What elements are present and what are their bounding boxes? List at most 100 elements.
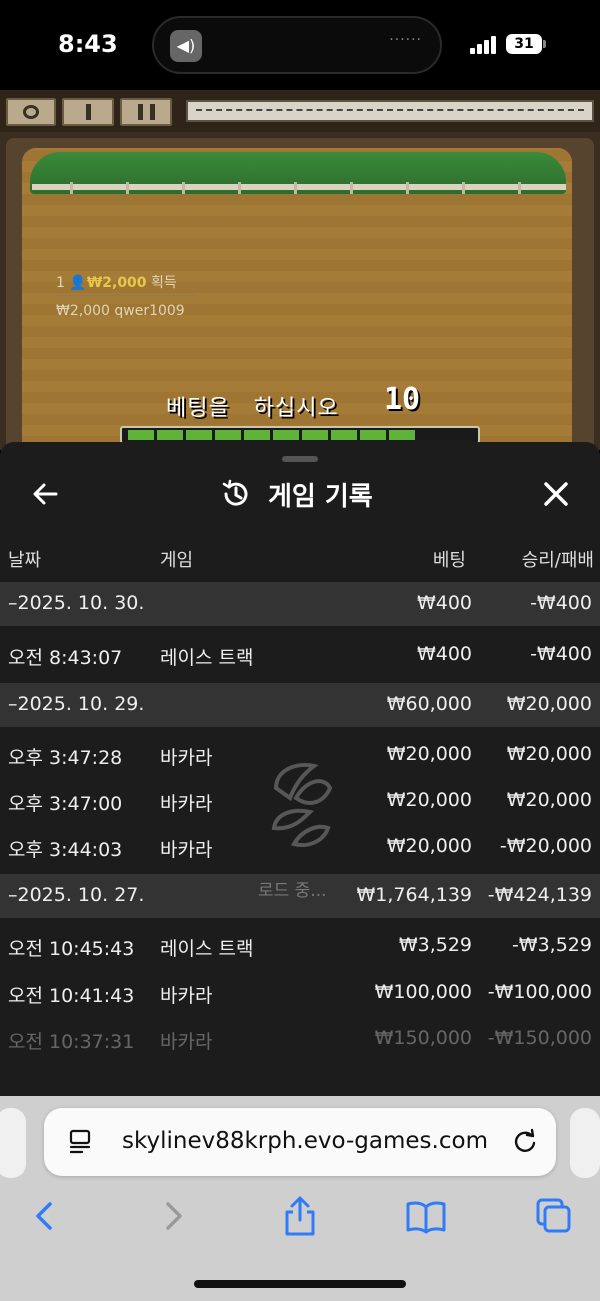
previous-tab-card[interactable] [0,1108,26,1178]
rail-post [182,182,185,194]
circle-icon [23,105,39,119]
view-double-button[interactable] [120,98,172,126]
row-result: -₩400 [530,643,592,665]
group-result: -₩400 [530,592,592,614]
row-result: ₩20,000 [506,789,592,811]
col-head-bet[interactable]: 베팅 [433,546,466,572]
row-time: 오전 10:41:43 [8,985,135,1007]
dynamic-island: ◀) ······ [152,16,442,74]
address-bar[interactable]: skylinev88krph.evo-games.com [44,1108,556,1176]
row-time: 오후 3:47:00 [8,793,123,815]
bet-prompt: 베팅을 하십시오 [166,390,339,422]
row-bet: ₩20,000 [386,789,472,811]
page-menu-icon[interactable] [68,1128,94,1156]
rail-post [350,182,353,194]
row-time: 오후 3:44:03 [8,839,123,861]
rail-post [406,182,409,194]
date-group-row[interactable]: –2025. 10. 30. ₩400 -₩400 [0,582,600,626]
share-icon[interactable] [278,1194,322,1238]
row-result: -₩3,529 [511,934,592,956]
row-result: -₩20,000 [499,835,592,857]
date-group-row[interactable]: –2025. 10. 29. ₩60,000 ₩20,000 [0,683,600,727]
row-time: 오전 10:45:43 [8,938,135,960]
url-text[interactable]: skylinev88krph.evo-games.com [122,1128,488,1154]
winner-summary: 1 👤₩2,000 획득 [56,272,177,292]
history-row[interactable]: 오전 10:37:31 바카라 ₩150,000 -₩150,000 [0,1016,600,1062]
row-result: -₩100,000 [487,981,592,1003]
row-result: -₩150,000 [487,1027,592,1049]
loading-spinner-icon [271,763,333,847]
row-time: 오전 10:37:31 [8,1031,135,1053]
group-date: –2025. 10. 27. [8,884,145,906]
sheet-title: 게임 기록 [268,482,373,512]
status-time: 8:43 [58,30,118,58]
bookmarks-icon[interactable] [404,1194,448,1238]
rail-post [294,182,297,194]
row-game: 레이스 트랙 [160,938,254,960]
countdown-timer: 10 [384,382,421,417]
row-game: 바카라 [160,985,213,1007]
row-result: ₩20,000 [506,743,592,765]
row-game: 바카라 [160,747,213,769]
sheet-grabber[interactable] [282,456,318,462]
history-row[interactable]: 오전 10:45:43 레이스 트랙 ₩3,529 -₩3,529 [0,923,600,969]
row-bet: ₩400 [416,643,472,665]
track-rail [32,184,566,190]
row-game: 레이스 트랙 [160,647,254,669]
group-bet: ₩1,764,139 [356,884,472,906]
rail-post [518,182,521,194]
game-history-sheet: 게임 기록 날짜 게임 베팅 승리/패배 –2025. 10. 30. ₩400… [0,442,600,1110]
status-bar: 8:43 ◀) ······ 31 [0,0,600,90]
row-bet: ₩3,529 [398,934,472,956]
winner-amount: ₩2,000 [86,275,147,291]
bar-icon-left [138,104,143,120]
col-head-date[interactable]: 날짜 [8,546,41,572]
back-arrow-icon[interactable] [28,476,64,512]
row-game: 바카라 [160,1031,213,1053]
col-head-game[interactable]: 게임 [160,546,193,572]
history-row[interactable]: 오전 8:43:07 레이스 트랙 ₩400 -₩400 [0,632,600,678]
loading-text: 로드 중... [258,881,327,901]
person-icon: 👤 [69,275,87,291]
reload-icon[interactable] [510,1126,540,1156]
signal-icon [470,36,498,54]
history-icon [222,479,248,506]
winner-detail: ₩2,000 qwer1009 [56,303,185,319]
history-row[interactable]: 오전 10:41:43 바카라 ₩100,000 -₩100,000 [0,970,600,1016]
bet-prompt-word1: 베팅을 [166,396,230,421]
rail-post [462,182,465,194]
tabs-icon[interactable] [532,1194,576,1238]
camera-button[interactable] [6,98,56,126]
row-bet: ₩20,000 [386,743,472,765]
rail-post [70,182,73,194]
winner-divider [56,295,196,296]
row-game: 바카라 [160,793,213,815]
browser-toolbar: skylinev88krph.evo-games.com [0,1096,600,1301]
speaker-icon: ◀) [170,30,202,62]
next-tab-card[interactable] [570,1108,600,1178]
group-date: –2025. 10. 29. [8,693,145,715]
row-game: 바카라 [160,839,213,861]
view-single-button[interactable] [62,98,114,126]
game-toolbar [0,90,600,132]
bar-icon [86,104,91,120]
sheet-header: 게임 기록 [0,466,600,526]
dots-icon: ······ [389,32,422,48]
back-nav-icon[interactable] [22,1194,66,1238]
bet-prompt-word2: 하십시오 [253,396,339,421]
winner-rank: 1 [56,275,65,291]
col-head-result[interactable]: 승리/패배 [522,546,594,572]
forward-nav-icon[interactable] [152,1194,196,1238]
rail-post [126,182,129,194]
battery-tip [543,40,546,48]
group-bet: ₩60,000 [386,693,472,715]
group-result: ₩20,000 [506,693,592,715]
row-bet: ₩20,000 [386,835,472,857]
row-time: 오전 8:43:07 [8,647,123,669]
game-area: 1 👤₩2,000 획득 ₩2,000 qwer1009 베팅을 하십시오 10 [0,90,600,458]
group-date: –2025. 10. 30. [8,592,145,614]
home-indicator[interactable] [194,1280,406,1288]
group-bet: ₩400 [416,592,472,614]
close-icon[interactable] [538,476,574,512]
winner-label: 획득 [151,275,177,291]
